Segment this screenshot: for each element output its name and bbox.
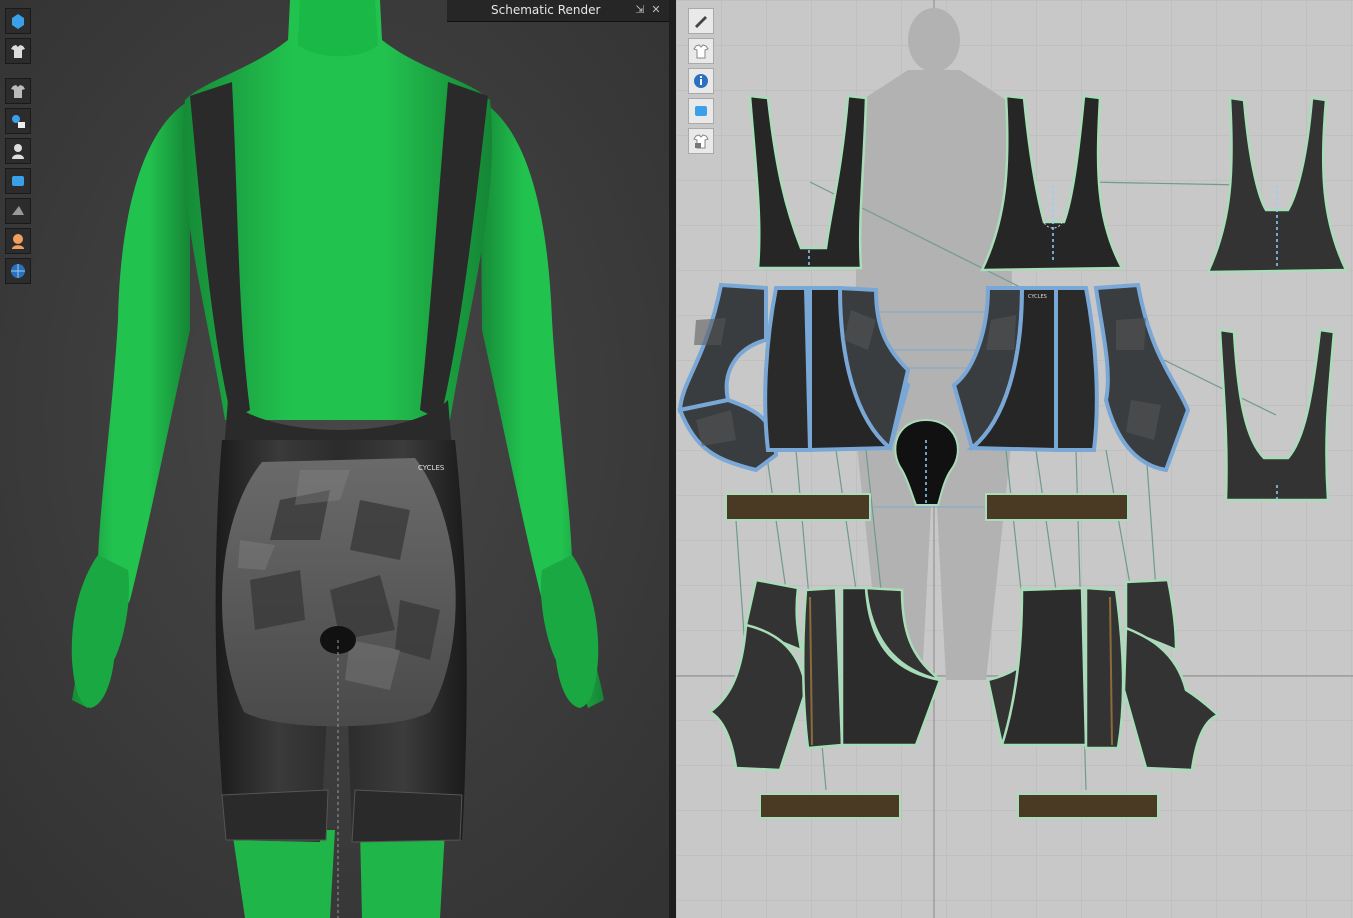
pin-icon[interactable]: ⇲ [633,3,647,17]
garment-icon[interactable] [5,78,31,104]
shadow-icon[interactable] [5,198,31,224]
brand-print-3d: CYCLES [418,464,445,472]
cube-icon[interactable] [5,8,31,34]
leg-band-left [759,793,901,819]
left-leg [232,830,335,918]
fabric-view-icon[interactable] [688,98,714,124]
garment-eye-icon[interactable] [688,38,714,64]
toolbar-gap [5,68,31,74]
close-icon[interactable]: ✕ [649,3,663,17]
shirt-icon[interactable] [5,38,31,64]
pattern-window[interactable]: CYCLES [676,0,1353,918]
band-right [985,493,1129,521]
window-title: Schematic Render [491,3,601,17]
band-left [725,493,871,521]
globe-icon[interactable] [5,258,31,284]
viewport-2d[interactable]: CYCLES [676,0,1353,918]
pen-eye-icon[interactable] [688,8,714,34]
locked-garment-icon[interactable] [688,128,714,154]
viewport-3d[interactable]: CYCLES Schematic Render ⇲ ✕ [0,0,669,918]
schematic-render-tab[interactable]: Schematic Render ⇲ ✕ [447,0,669,22]
right-leg [360,830,445,918]
avatar-paint-icon[interactable] [5,108,31,134]
toolbar-2d [688,8,714,154]
left-leg-band [221,789,329,841]
skin-icon[interactable] [5,228,31,254]
neck [298,0,378,57]
right-leg-band [351,789,463,843]
brand-print-2d: CYCLES [1028,294,1047,300]
toolbar-3d [5,8,31,284]
avatar-icon[interactable] [5,138,31,164]
avatar-render[interactable]: CYCLES [0,0,669,918]
viewport-splitter[interactable] [669,0,676,918]
leg-band-right [1017,793,1159,819]
info-eye-icon[interactable] [688,68,714,94]
fabric-icon[interactable] [5,168,31,194]
